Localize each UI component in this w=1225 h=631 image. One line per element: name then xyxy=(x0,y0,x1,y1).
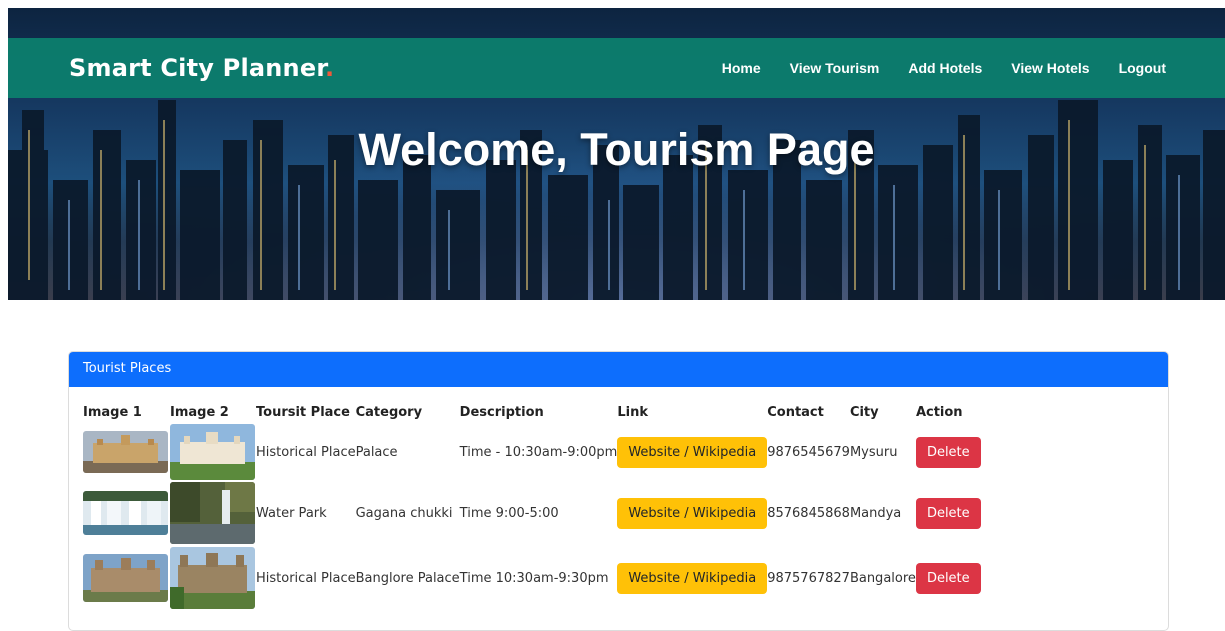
column-header: Image 2 xyxy=(170,404,229,420)
place-name: Water Park xyxy=(256,505,327,521)
website-link-button[interactable]: Website / Wikipedia xyxy=(617,436,768,468)
website-link-button[interactable]: Website / Wikipedia xyxy=(617,497,768,529)
column-header: City xyxy=(849,404,879,420)
place-image-2 xyxy=(170,547,255,609)
delete-button[interactable]: Delete xyxy=(915,497,981,529)
city: Mandya xyxy=(849,505,902,521)
brand-logo[interactable]: Smart City Planner. xyxy=(69,54,334,82)
city: Mysuru xyxy=(849,444,898,460)
column-header: Toursit Place xyxy=(256,404,350,420)
column-header: Image 1 xyxy=(83,404,142,420)
place-image-2 xyxy=(170,482,255,544)
column-header: Link xyxy=(617,404,648,420)
table-row: Water Park Gagana chukki Time 9:00-5:00 … xyxy=(83,481,1006,545)
table-row: Historical Place Palace Time - 10:30am-9… xyxy=(83,423,1006,481)
tourist-places-table: Image 1 Image 2 Toursit Place Category D… xyxy=(83,401,1006,611)
place-name: Historical Place xyxy=(256,570,356,586)
nav-link-add-hotels[interactable]: Add Hotels xyxy=(908,60,982,76)
nav-link-view-hotels[interactable]: View Hotels xyxy=(1011,60,1089,76)
nav-link-home[interactable]: Home xyxy=(722,60,761,76)
category: Gagana chukki xyxy=(355,505,453,521)
place-image-1 xyxy=(83,491,168,535)
place-image-2 xyxy=(170,424,255,480)
delete-button[interactable]: Delete xyxy=(915,562,981,594)
column-header: Action xyxy=(915,404,963,420)
nav-link-view-tourism[interactable]: View Tourism xyxy=(790,60,880,76)
contact: 9875767827 xyxy=(767,570,850,586)
category: Banglore Palace xyxy=(355,570,460,586)
category: Palace xyxy=(355,444,398,460)
table-header-row: Image 1 Image 2 Toursit Place Category D… xyxy=(83,401,1006,423)
column-header: Category xyxy=(355,404,423,420)
page-title: Welcome, Tourism Page xyxy=(358,124,875,175)
city: Bangalore xyxy=(849,570,916,586)
description: Time 10:30am-9:30pm xyxy=(459,570,609,586)
navbar: Smart City Planner. Home View Tourism Ad… xyxy=(8,38,1225,98)
nav-link-logout[interactable]: Logout xyxy=(1119,60,1166,76)
card-header: Tourist Places xyxy=(69,352,1168,387)
column-header: Contact xyxy=(767,404,824,420)
city-skyline-image xyxy=(8,100,1225,300)
table-row: Historical Place Banglore Palace Time 10… xyxy=(83,545,1006,611)
website-link-button[interactable]: Website / Wikipedia xyxy=(617,562,768,594)
contact: 8576845868 xyxy=(767,505,850,521)
contact: 9876545679 xyxy=(767,444,850,460)
brand-name: Smart City Planner xyxy=(69,54,325,82)
tourist-places-card: Tourist Places Image 1 Image 2 Toursit P… xyxy=(68,351,1169,631)
place-image-1 xyxy=(83,431,168,473)
description: Time - 10:30am-9:00pm xyxy=(459,444,618,460)
place-name: Historical Place xyxy=(256,444,356,460)
brand-dot: . xyxy=(324,54,335,82)
place-image-1 xyxy=(83,554,168,602)
delete-button[interactable]: Delete xyxy=(915,436,981,468)
nav-links: Home View Tourism Add Hotels View Hotels… xyxy=(693,38,1166,98)
column-header: Description xyxy=(459,404,544,420)
description: Time 9:00-5:00 xyxy=(459,505,559,521)
